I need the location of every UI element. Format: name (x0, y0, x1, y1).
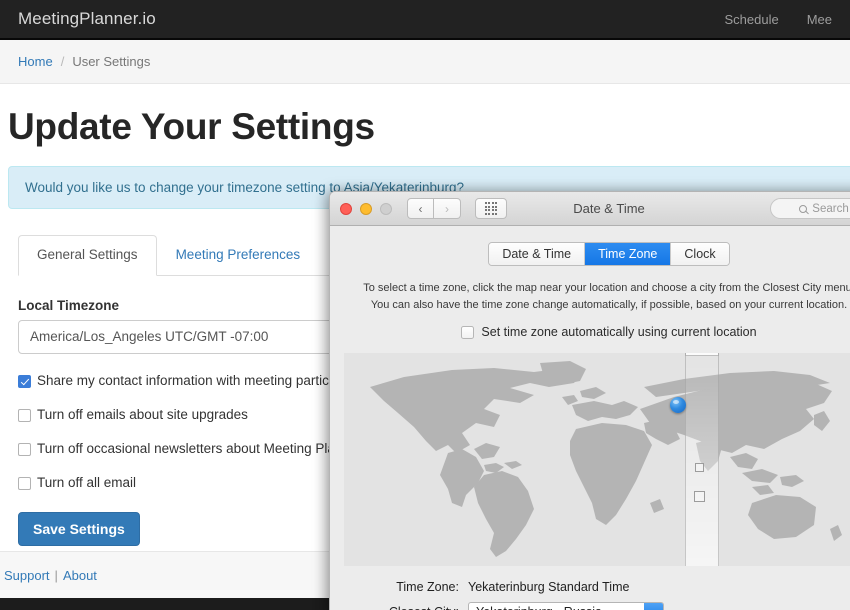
screenshot-root: MeetingPlanner.io Schedule Mee Home / Us… (0, 0, 850, 610)
closest-city-value: Yekaterinburg - Russia (476, 605, 602, 610)
checkbox-share-contact[interactable] (18, 374, 31, 388)
footer-about-link[interactable]: About (63, 568, 97, 583)
segmented-control-wrapper: Date & Time Time Zone Clock (346, 242, 850, 266)
instructions-text: To select a time zone, click the map nea… (346, 280, 850, 313)
date-and-time-preferences-window: ‹ › Date & Time Search Date & Time Time … (329, 191, 850, 610)
time-zone-value: Yekaterinburg Standard Time (468, 580, 630, 594)
instructions-line-2: You can also have the time zone change a… (370, 298, 848, 311)
footer-separator: | (54, 567, 58, 583)
segment-date-and-time[interactable]: Date & Time (489, 243, 585, 265)
nav-links: Schedule Mee (724, 12, 834, 27)
breadcrumb-home-link[interactable]: Home (18, 54, 53, 69)
search-icon (799, 204, 808, 213)
segmented-control: Date & Time Time Zone Clock (488, 242, 730, 266)
timezone-highlight-band[interactable] (685, 353, 719, 566)
segment-clock[interactable]: Clock (670, 243, 729, 265)
yekaterinburg-location-pin[interactable] (670, 397, 686, 413)
preferences-body: Date & Time Time Zone Clock To select a … (330, 226, 850, 610)
checkbox-label-site-upgrades: Turn off emails about site upgrades (37, 406, 248, 422)
search-placeholder: Search (812, 202, 849, 215)
segment-time-zone[interactable]: Time Zone (584, 243, 671, 265)
breadcrumb: Home / User Settings (0, 40, 850, 84)
zoom-icon (380, 202, 392, 215)
band-marker-lower (694, 491, 705, 502)
checkbox-label-share-contact: Share my contact information with meetin… (37, 372, 365, 388)
close-icon[interactable] (340, 202, 352, 215)
timezone-info: Time Zone: Yekaterinburg Standard Time C… (346, 580, 850, 610)
navigation-buttons: ‹ › (407, 198, 461, 219)
nav-item-meetings[interactable]: Mee (807, 12, 832, 27)
forward-chevron-icon: › (434, 198, 461, 219)
closest-city-row: Closest City: Yekaterinburg - Russia ▾ (346, 602, 850, 610)
closest-city-dropdown[interactable]: Yekaterinburg - Russia ▾ (468, 602, 664, 610)
back-chevron-icon[interactable]: ‹ (407, 198, 434, 219)
world-map-landmasses (370, 361, 842, 557)
checkbox-label-all-email: Turn off all email (37, 474, 137, 490)
tab-general-settings[interactable]: General Settings (18, 235, 157, 276)
minimize-icon[interactable] (360, 202, 372, 215)
tab-meeting-preferences[interactable]: Meeting Preferences (157, 235, 320, 276)
breadcrumb-separator: / (60, 54, 65, 69)
top-navbar: MeetingPlanner.io Schedule Mee (0, 0, 850, 40)
closest-city-label: Closest City: (346, 605, 468, 610)
grid-dots (484, 202, 498, 215)
nav-item-schedule[interactable]: Schedule (724, 12, 778, 27)
checkbox-label-newsletters: Turn off occasional newsletters about Me… (37, 440, 362, 456)
time-zone-label: Time Zone: (396, 580, 459, 594)
time-zone-row: Time Zone: Yekaterinburg Standard Time (346, 580, 850, 594)
checkbox-site-upgrades[interactable] (18, 408, 31, 422)
footer-support-link[interactable]: Support (4, 568, 50, 583)
search-input[interactable]: Search (770, 198, 850, 219)
brand-logo[interactable]: MeetingPlanner.io (18, 9, 156, 29)
chevron-down-icon[interactable]: ▾ (644, 603, 663, 610)
checkbox-set-timezone-automatically[interactable] (461, 325, 475, 339)
save-settings-button[interactable]: Save Settings (18, 511, 140, 546)
window-titlebar[interactable]: ‹ › Date & Time Search (330, 192, 850, 226)
band-marker-upper (695, 463, 704, 472)
page-title: Update Your Settings (8, 106, 375, 147)
auto-timezone-label: Set time zone automatically using curren… (481, 325, 757, 339)
breadcrumb-current: User Settings (72, 54, 151, 69)
instructions-line-1: To select a time zone, click the map nea… (363, 282, 850, 294)
traffic-lights (340, 202, 392, 215)
checkbox-all-email[interactable] (18, 476, 31, 490)
show-all-grid-icon[interactable] (475, 198, 507, 219)
world-map[interactable] (344, 353, 850, 566)
auto-timezone-row[interactable]: Set time zone automatically using curren… (346, 325, 850, 339)
checkbox-newsletters[interactable] (18, 442, 31, 456)
